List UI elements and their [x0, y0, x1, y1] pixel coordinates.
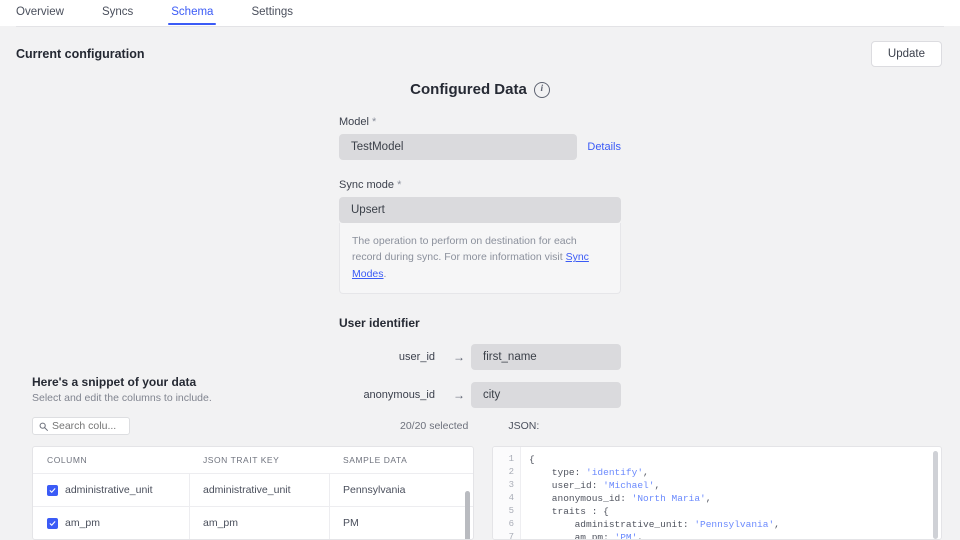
tab-syncs[interactable]: Syncs [102, 0, 133, 25]
json-preview-panel: 1234567 { type: 'identify', user_id: 'Mi… [492, 446, 942, 540]
sync-mode-help-text: The operation to perform on destination … [352, 233, 608, 282]
column-divider [329, 473, 330, 539]
arrow-right-icon: → [447, 350, 471, 364]
table-header-sample-data: SAMPLE DATA [329, 455, 473, 465]
json-scrollbar-thumb[interactable] [933, 451, 938, 539]
json-code-line: anonymous_id: 'North Maria', [529, 492, 941, 505]
user-id-target-input[interactable]: first_name [471, 344, 621, 370]
model-label: Model * [339, 116, 621, 128]
sync-mode-required-marker: * [397, 179, 401, 191]
table-cell-column-label: administrative_unit [65, 484, 153, 496]
data-snippet-section: Here's a snippet of your data Select and… [0, 375, 960, 435]
json-code-line: administrative_unit: 'Pennsylvania', [529, 518, 941, 531]
tab-overview-label: Overview [16, 6, 64, 18]
tab-schema-label: Schema [171, 6, 213, 18]
table-header-trait-key: JSON TRAIT KEY [189, 455, 329, 465]
configured-data-form: Configured Data i Model * TestModel Deta… [339, 67, 621, 408]
search-columns-box[interactable] [32, 417, 130, 435]
info-icon[interactable]: i [534, 82, 550, 98]
json-code-line: traits : { [529, 505, 941, 518]
table-header-column: COLUMN [33, 455, 189, 465]
search-input[interactable] [52, 420, 123, 432]
tab-settings[interactable]: Settings [251, 0, 293, 25]
table-row[interactable]: am_pm am_pm PM [33, 507, 473, 540]
snippet-controls: 20/20 selected JSON: [32, 417, 942, 435]
tab-schema[interactable]: Schema [171, 0, 213, 25]
table-cell-trait-key: am_pm [189, 517, 329, 529]
json-code-content[interactable]: { type: 'identify', user_id: 'Michael', … [521, 447, 941, 539]
table-row[interactable]: administrative_unit administrative_unit … [33, 474, 473, 507]
json-line-number: 2 [493, 466, 520, 479]
json-line-number: 3 [493, 479, 520, 492]
model-required-marker: * [372, 116, 376, 128]
table-cell-column: administrative_unit [33, 484, 189, 496]
sync-mode-label-text: Sync mode [339, 179, 394, 191]
model-row: TestModel Details [339, 134, 621, 160]
table-scrollbar-thumb[interactable] [465, 491, 470, 540]
table-cell-trait-key: administrative_unit [189, 484, 329, 496]
json-label: JSON: [508, 420, 539, 432]
json-code-line: am_pm: 'PM', [529, 531, 941, 539]
row-checkbox[interactable] [47, 485, 58, 496]
configuration-header: Current configuration Update [0, 27, 960, 67]
sync-mode-help-box: The operation to perform on destination … [339, 223, 621, 294]
json-code-line: type: 'identify', [529, 466, 941, 479]
tab-settings-label: Settings [251, 6, 293, 18]
columns-table: COLUMN JSON TRAIT KEY SAMPLE DATA admini… [32, 446, 474, 540]
snippet-title: Here's a snippet of your data [32, 375, 942, 389]
column-divider [189, 473, 190, 539]
user-identifier-row-user-id: user_id → first_name [339, 344, 621, 370]
sync-mode-label: Sync mode * [339, 179, 621, 191]
tab-syncs-label: Syncs [102, 6, 133, 18]
row-checkbox[interactable] [47, 518, 58, 529]
search-icon [39, 422, 48, 431]
configured-data-title: Configured Data i [339, 81, 621, 98]
tab-overview[interactable]: Overview [16, 0, 64, 25]
user-id-source-label: user_id [339, 351, 447, 363]
table-header-row: COLUMN JSON TRAIT KEY SAMPLE DATA [33, 447, 473, 474]
table-cell-column-label: am_pm [65, 517, 100, 529]
json-line-number: 4 [493, 492, 520, 505]
json-code-line: { [529, 453, 941, 466]
user-identifier-title: User identifier [339, 316, 621, 330]
snippet-panes: COLUMN JSON TRAIT KEY SAMPLE DATA admini… [32, 446, 942, 540]
json-line-number: 5 [493, 505, 520, 518]
json-line-number: 6 [493, 518, 520, 531]
json-code-line: user_id: 'Michael', [529, 479, 941, 492]
page-title: Current configuration [16, 47, 144, 61]
main-tab-bar: Overview Syncs Schema Settings [0, 0, 960, 26]
sync-mode-select[interactable]: Upsert [339, 197, 621, 223]
json-line-number: 1 [493, 453, 520, 466]
update-button[interactable]: Update [871, 41, 942, 67]
sync-mode-help-prefix: The operation to perform on destination … [352, 235, 577, 263]
model-input[interactable]: TestModel [339, 134, 577, 160]
table-cell-sample-data: PM [329, 517, 473, 529]
configured-data-title-text: Configured Data [410, 81, 527, 98]
table-cell-sample-data: Pennsylvania [329, 484, 473, 496]
json-line-number: 7 [493, 531, 520, 540]
snippet-subtitle: Select and edit the columns to include. [32, 392, 942, 404]
model-details-link[interactable]: Details [587, 141, 621, 153]
model-label-text: Model [339, 116, 369, 128]
table-cell-column: am_pm [33, 517, 189, 529]
json-line-numbers: 1234567 [493, 447, 521, 539]
sync-mode-help-suffix: . [384, 268, 387, 280]
selected-count-label: 20/20 selected [400, 420, 468, 432]
